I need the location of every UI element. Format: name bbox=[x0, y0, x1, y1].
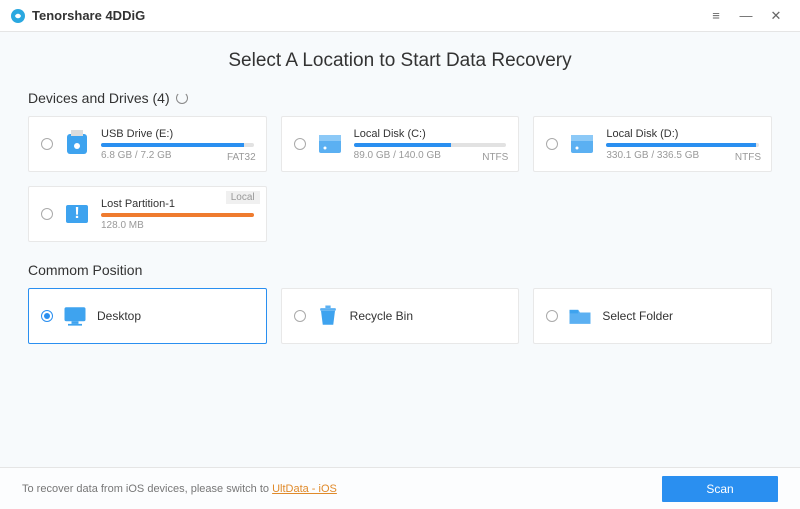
usage-bar bbox=[101, 143, 254, 147]
radio-icon[interactable] bbox=[41, 208, 53, 220]
filesystem-tag: NTFS bbox=[735, 152, 761, 163]
brand-logo-icon bbox=[10, 8, 26, 24]
radio-icon[interactable] bbox=[41, 310, 53, 322]
drive-name: Local Disk (D:) bbox=[606, 128, 759, 140]
usage-bar bbox=[606, 143, 759, 147]
page-title: Select A Location to Start Data Recovery bbox=[28, 50, 772, 72]
local-tag: Local bbox=[226, 191, 260, 204]
minimize-icon[interactable]: — bbox=[732, 5, 760, 27]
drive-card[interactable]: Local Disk (C:)89.0 GB / 140.0 GBNTFS bbox=[281, 116, 520, 172]
svg-text:!: ! bbox=[74, 205, 79, 222]
app-name: Tenorshare 4DDiG bbox=[32, 8, 145, 23]
refresh-icon[interactable] bbox=[176, 92, 188, 104]
drive-card[interactable]: !Lost Partition-1128.0 MBLocal bbox=[28, 186, 267, 242]
close-icon[interactable]: ✕ bbox=[762, 5, 790, 27]
filesystem-tag: NTFS bbox=[482, 152, 508, 163]
window-controls: ≡ — ✕ bbox=[702, 5, 790, 27]
drive-name: USB Drive (E:) bbox=[101, 128, 254, 140]
usage-bar bbox=[354, 143, 507, 147]
drive-meta: 128.0 MB bbox=[101, 220, 254, 231]
drive-name: Local Disk (C:) bbox=[354, 128, 507, 140]
drive-card[interactable]: USB Drive (E:)6.8 GB / 7.2 GBFAT32 bbox=[28, 116, 267, 172]
drives-grid: USB Drive (E:)6.8 GB / 7.2 GBFAT32Local … bbox=[28, 116, 772, 242]
app-brand: Tenorshare 4DDiG bbox=[10, 8, 145, 24]
ultdata-link[interactable]: UltData - iOS bbox=[272, 483, 337, 495]
main-panel: Select A Location to Start Data Recovery… bbox=[0, 32, 800, 467]
radio-icon[interactable] bbox=[546, 310, 558, 322]
drive-card[interactable]: Local Disk (D:)330.1 GB / 336.5 GBNTFS bbox=[533, 116, 772, 172]
footer-bar: To recover data from iOS devices, please… bbox=[0, 467, 800, 509]
menu-icon[interactable]: ≡ bbox=[702, 5, 730, 27]
filesystem-tag: FAT32 bbox=[227, 152, 256, 163]
position-label: Recycle Bin bbox=[350, 309, 413, 323]
radio-icon[interactable] bbox=[41, 138, 53, 150]
radio-icon[interactable] bbox=[546, 138, 558, 150]
positions-section-label: Commom Position bbox=[28, 262, 772, 278]
usage-bar bbox=[101, 213, 254, 217]
radio-icon[interactable] bbox=[294, 310, 306, 322]
titlebar: Tenorshare 4DDiG ≡ — ✕ bbox=[0, 0, 800, 32]
positions-grid: Desktop Recycle Bin Select Folder bbox=[28, 288, 772, 344]
position-label: Select Folder bbox=[602, 309, 673, 323]
position-card[interactable]: Recycle Bin bbox=[281, 288, 520, 344]
devices-section-label: Devices and Drives (4) bbox=[28, 90, 772, 106]
position-label: Desktop bbox=[97, 309, 141, 323]
radio-icon[interactable] bbox=[294, 138, 306, 150]
position-card[interactable]: Select Folder bbox=[533, 288, 772, 344]
footer-text: To recover data from iOS devices, please… bbox=[22, 483, 337, 495]
position-card[interactable]: Desktop bbox=[28, 288, 267, 344]
scan-button[interactable]: Scan bbox=[662, 476, 778, 502]
